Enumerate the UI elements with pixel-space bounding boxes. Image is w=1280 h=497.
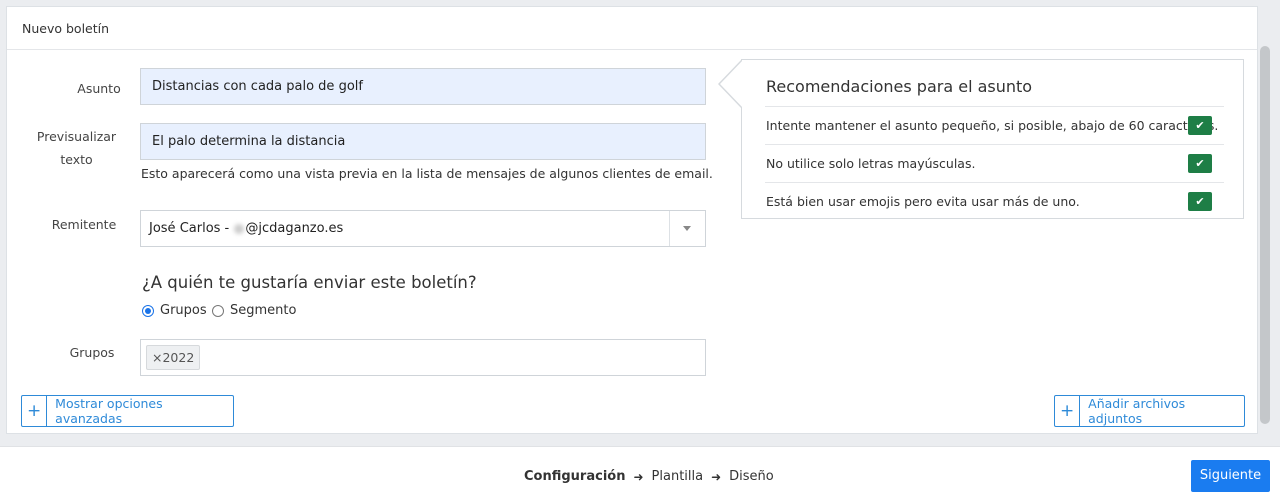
preview-text-input[interactable]: El palo determina la distancia xyxy=(140,123,706,160)
chevron-down-icon[interactable] xyxy=(683,226,691,231)
radio-segment[interactable]: Segmento xyxy=(212,303,296,318)
next-button[interactable]: Siguiente xyxy=(1191,460,1270,492)
arrow-right-icon: ➜ xyxy=(711,469,722,484)
recommendation-item: Intente mantener el asunto pequeño, si p… xyxy=(765,106,1224,144)
scrollbar[interactable] xyxy=(1260,46,1270,424)
subject-label: Asunto xyxy=(77,81,121,96)
group-tag[interactable]: ×2022 xyxy=(146,345,201,370)
step-configuration: Configuración xyxy=(524,469,626,484)
subject-input[interactable]: Distancias con cada palo de golf xyxy=(140,68,706,105)
wizard-steps: Configuración ➜ Plantilla ➜ Diseño xyxy=(524,469,774,484)
recommendations-title: Recomendaciones para el asunto xyxy=(766,77,1033,96)
checkmark-icon: ✔ xyxy=(1188,154,1212,173)
wizard-footer: Configuración ➜ Plantilla ➜ Diseño Sigui… xyxy=(0,446,1280,497)
sender-select[interactable]: José Carlos - @jcdaganzo.es xyxy=(140,210,706,247)
recommendation-item: No utilice solo letras mayúsculas. ✔ xyxy=(765,144,1224,182)
select-separator xyxy=(669,211,670,246)
plus-icon: + xyxy=(22,396,48,426)
radio-dot-selected[interactable] xyxy=(142,304,154,317)
redacted-mark xyxy=(234,223,245,234)
recommendation-item: Está bien usar emojis pero evita usar má… xyxy=(765,182,1224,220)
radio-groups[interactable]: Grupos xyxy=(142,303,207,318)
groups-label: Grupos xyxy=(69,345,115,360)
audience-question: ¿A quién te gustaría enviar este boletín… xyxy=(142,273,477,292)
checkmark-icon: ✔ xyxy=(1188,192,1212,211)
preview-label: Previsualizar texto xyxy=(36,129,117,167)
step-design: Diseño xyxy=(729,469,774,484)
plus-icon: + xyxy=(1055,396,1081,426)
sender-label: Remitente xyxy=(51,217,117,232)
add-attachments-button[interactable]: + Añadir archivos adjuntos xyxy=(1054,395,1245,427)
checkmark-icon: ✔ xyxy=(1188,116,1212,135)
arrow-right-icon: ➜ xyxy=(633,469,644,484)
step-template: Plantilla xyxy=(651,469,704,484)
show-advanced-options-button[interactable]: + Mostrar opciones avanzadas xyxy=(21,395,234,427)
card-title: Nuevo boletín xyxy=(7,7,1257,50)
recommendations-panel: Recomendaciones para el asunto Intente m… xyxy=(741,59,1244,219)
groups-tag-input[interactable]: ×2022 xyxy=(140,339,706,376)
preview-help-text: Esto aparecerá como una vista previa en … xyxy=(141,166,713,181)
sender-value: José Carlos - @jcdaganzo.es xyxy=(149,221,344,236)
callout-arrow-fill xyxy=(720,60,743,108)
radio-dot[interactable] xyxy=(212,304,224,317)
